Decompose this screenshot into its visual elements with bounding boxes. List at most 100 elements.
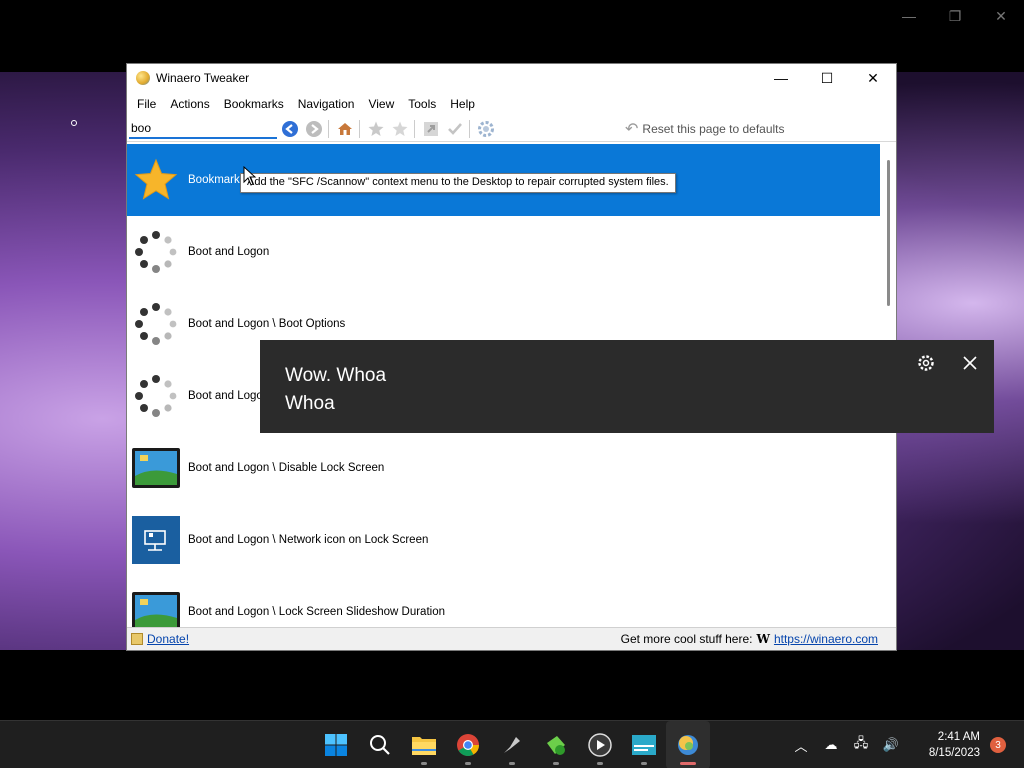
list-item-label: Bookmarks [188,174,246,186]
apply-button[interactable] [444,118,466,140]
app-icon [632,735,656,755]
host-window-controls: — ❐ ✕ [886,0,1024,32]
screen: — ❐ ✕ Winaero Tweaker — ☐ ✕ File Actions… [0,0,1024,768]
chevron-up-icon[interactable]: ︿ [786,736,816,755]
network-icon [132,516,180,564]
chrome-button[interactable] [446,721,490,768]
minimize-button[interactable]: — [758,64,804,92]
toast-line-2: Whoa [285,393,335,414]
menu-help[interactable]: Help [443,97,482,111]
list-item-label: Boot and Logon \ Disable Lock Screen [188,462,385,474]
more-stuff-text: Get more cool stuff here: [620,632,753,646]
reset-label: Reset this page to defaults [642,121,785,136]
remove-bookmark-button[interactable] [389,118,411,140]
toolbar-separator [469,119,470,138]
list-item[interactable]: Boot and Logon \ Lock Screen Slideshow D… [127,576,880,628]
lockscreen-icon [132,444,180,492]
menu-bar: File Actions Bookmarks Navigation View T… [127,92,896,116]
winaero-tweaker-taskbar-button[interactable] [666,721,710,768]
clock-time: 2:41 AM [937,731,980,743]
list-item-label: Boot and Logon \ Lock Screen Slideshow D… [188,606,445,618]
menu-actions[interactable]: Actions [163,97,216,111]
volume-icon[interactable]: 🔊 [876,737,906,753]
title-bar[interactable]: Winaero Tweaker — ☐ ✕ [127,64,896,92]
donate-link[interactable]: Donate! [147,632,189,646]
reset-defaults-button[interactable]: ↶ Reset this page to defaults [625,119,785,139]
winaero-link[interactable]: https://winaero.com [774,632,878,646]
back-button[interactable] [279,118,301,140]
notification-badge[interactable]: 3 [990,737,1006,753]
checkmark-icon [448,122,462,135]
undo-icon: ↶ [625,120,639,138]
media-player-button[interactable] [578,721,622,768]
host-minimize-button[interactable]: — [886,0,932,32]
start-icon [325,734,347,756]
maximize-button[interactable]: ☐ [804,64,850,92]
gear-icon [478,120,494,137]
app-icon [547,736,565,755]
clock-date: 8/15/2023 [928,747,980,759]
menu-tools[interactable]: Tools [401,97,443,111]
cursor-dot [71,120,77,126]
taskbar-app-button[interactable] [490,721,534,768]
spinner-icon [132,372,180,420]
file-explorer-button[interactable] [402,721,446,768]
open-button[interactable] [420,118,442,140]
menu-navigation[interactable]: Navigation [291,97,362,111]
close-button[interactable]: ✕ [850,64,896,92]
running-indicator [641,762,647,765]
toolbar-separator [414,119,415,138]
menu-bookmarks[interactable]: Bookmarks [217,97,291,111]
taskbar-app-button[interactable] [534,721,578,768]
menu-view[interactable]: View [361,97,401,111]
chrome-icon [457,734,479,756]
toolbar-separator [328,119,329,138]
notification-toast[interactable]: Wow. Whoa Whoa [260,340,994,433]
tooltip: Add the "SFC /Scannow" context menu to t… [240,173,676,193]
home-icon [338,122,352,135]
running-indicator [421,762,427,765]
toast-text: Wow. Whoa Whoa [285,362,386,418]
star-icon [392,121,408,136]
close-icon[interactable] [960,353,980,373]
clock[interactable]: 2:41 AM 8/15/2023 [906,729,986,761]
list-item-label: Boot and Logon \ Network icon on Lock Sc… [188,534,429,546]
back-arrow-icon [282,120,298,137]
host-close-button[interactable]: ✕ [978,0,1024,32]
list-item[interactable]: Boot and Logon \ Disable Lock Screen [127,432,880,504]
gear-icon[interactable] [916,353,936,373]
cloud-offline-icon[interactable]: ☁ [816,737,846,753]
forward-button[interactable] [303,118,325,140]
network-icon[interactable]: 🖧 [846,734,876,756]
file-explorer-icon [412,737,436,755]
host-restore-button[interactable]: ❐ [932,0,978,32]
menu-file[interactable]: File [130,97,163,111]
add-bookmark-button[interactable] [365,118,387,140]
running-indicator [597,762,603,765]
settings-button[interactable] [475,118,497,140]
system-tray: ︿ ☁ 🖧 🔊 2:41 AM 8/15/2023 3 [786,721,1024,768]
toast-line-1: Wow. Whoa [285,365,387,386]
taskbar: ︿ ☁ 🖧 🔊 2:41 AM 8/15/2023 3 [0,720,1024,768]
start-button[interactable] [314,721,358,768]
toolbar-separator [359,119,360,138]
list-item[interactable]: Boot and Logon \ Network icon on Lock Sc… [127,504,880,576]
mouse-pointer-icon [243,166,257,186]
running-indicator [680,762,696,765]
forward-arrow-icon [306,120,322,137]
toolbar: ↶ Reset this page to defaults [127,116,896,142]
list-item[interactable]: Boot and Logon [127,216,880,288]
window-title: Winaero Tweaker [156,71,250,85]
taskbar-app-button[interactable] [622,721,666,768]
running-indicator [553,762,559,765]
app-icon [504,737,520,753]
search-icon [370,735,390,755]
home-button[interactable] [334,118,356,140]
list-item-label: Boot and Logon [188,246,270,258]
search-button[interactable] [358,721,402,768]
status-right: Get more cool stuff here: W https://wina… [621,632,892,646]
search-input[interactable] [129,118,277,139]
spinner-icon [132,300,180,348]
donate-icon [131,633,143,645]
scrollbar-thumb[interactable] [887,160,890,306]
